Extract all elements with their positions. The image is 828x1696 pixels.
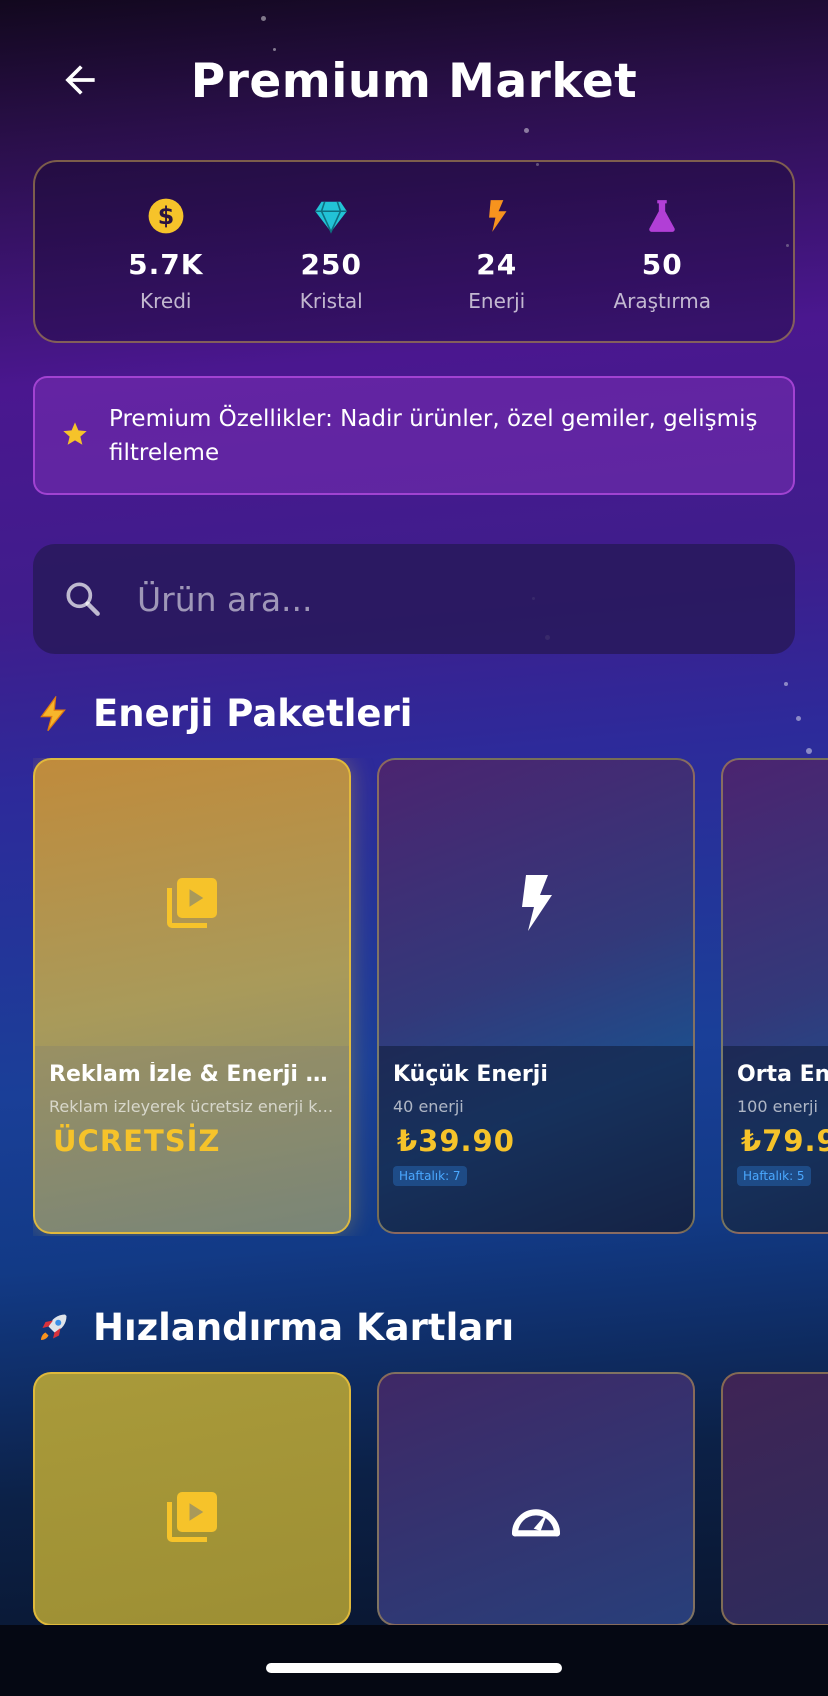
stat-kredi: $ 5.7K Kredi	[86, 162, 246, 341]
product-name: Reklam İzle & Enerji Ka...	[49, 1062, 335, 1087]
speedometer-icon	[511, 1509, 561, 1537]
stat-label: Araştırma	[613, 289, 712, 313]
background-star	[806, 748, 812, 754]
bolt-icon	[477, 196, 517, 236]
product-card[interactable]	[721, 1372, 828, 1626]
product-card[interactable]: Orta Enerji 100 enerji ₺79.90 Haftalık: …	[721, 758, 828, 1234]
stat-label: Kristal	[299, 289, 363, 313]
stat-value: 5.7K	[128, 248, 204, 281]
product-name: Orta Enerji	[737, 1062, 828, 1087]
stat-value: 50	[641, 248, 683, 281]
video-library-icon	[167, 1492, 217, 1542]
diamond-icon	[311, 196, 351, 236]
product-description: 40 enerji	[393, 1097, 464, 1116]
background-star	[796, 716, 801, 721]
flask-icon	[642, 196, 682, 236]
section-title-text: Enerji Paketleri	[93, 692, 413, 735]
stat-kristal: 250 Kristal	[251, 162, 411, 341]
search-icon	[66, 582, 100, 616]
video-library-icon	[167, 878, 217, 928]
product-card[interactable]: Küçük Enerji 40 enerji ₺39.90 Haftalık: …	[377, 758, 695, 1234]
currency-stats-card: $ 5.7K Kredi 250 Kristal 24 Enerji 50 Ar…	[33, 160, 795, 343]
section-title-boost-cards: Hızlandırma Kartları	[33, 1306, 514, 1349]
coin-icon: $	[146, 196, 186, 236]
background-star	[524, 128, 529, 133]
background-star	[784, 682, 788, 686]
weekly-limit-badge: Haftalık: 7	[393, 1166, 467, 1186]
stat-value: 250	[300, 248, 362, 281]
rocket-emoji-icon	[33, 1308, 73, 1348]
boost-cards-row[interactable]	[33, 1372, 828, 1626]
page-title: Premium Market	[190, 54, 638, 109]
premium-features-text: Premium Özellikler: Nadir ürünler, özel …	[109, 405, 758, 466]
background-star	[261, 16, 266, 21]
product-card[interactable]	[377, 1372, 695, 1626]
stat-value: 24	[476, 248, 518, 281]
bottom-bar	[0, 1625, 828, 1696]
home-indicator[interactable]	[266, 1663, 562, 1673]
weekly-limit-badge: Haftalık: 5	[737, 1166, 811, 1186]
product-name: Küçük Enerji	[393, 1062, 548, 1087]
search-bar[interactable]	[33, 544, 795, 654]
product-price: ₺79.90	[741, 1124, 828, 1158]
stat-enerji: 24 Enerji	[417, 162, 577, 341]
stat-label: Kredi	[140, 289, 192, 313]
premium-features-banner: Premium Özellikler: Nadir ürünler, özel …	[33, 376, 795, 495]
product-description: 100 enerji	[737, 1097, 818, 1116]
product-price: ₺39.90	[397, 1124, 515, 1158]
energy-packs-row[interactable]: Reklam İzle & Enerji Ka... Reklam izleye…	[33, 758, 828, 1236]
section-title-text: Hızlandırma Kartları	[93, 1306, 515, 1349]
lightning-emoji-icon	[33, 694, 73, 734]
header: Premium Market	[0, 40, 828, 120]
svg-text:$: $	[157, 202, 174, 230]
section-title-energy-packs: Enerji Paketleri	[33, 692, 412, 735]
search-input[interactable]	[137, 579, 697, 619]
stat-label: Enerji	[468, 289, 526, 313]
bolt-icon	[522, 875, 552, 931]
product-price: ÜCRETSİZ	[53, 1124, 221, 1158]
stat-arastirma: 50 Araştırma	[582, 162, 742, 341]
product-card[interactable]	[33, 1372, 351, 1626]
product-card[interactable]: Reklam İzle & Enerji Ka... Reklam izleye…	[33, 758, 351, 1234]
product-description: Reklam izleyerek ücretsiz enerji ka...	[49, 1097, 335, 1116]
star-icon	[61, 420, 91, 452]
